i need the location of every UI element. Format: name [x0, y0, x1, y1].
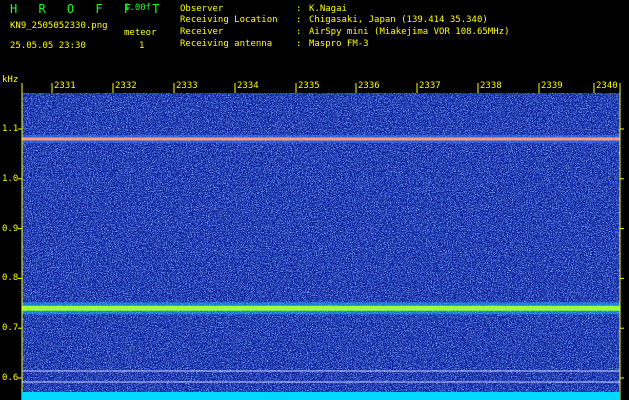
y-tick-label: 0.6 — [2, 373, 19, 383]
y-tick-label: 1.1 — [2, 124, 19, 134]
x-tick-label: 2340 — [596, 81, 618, 91]
x-tick-label: 2334 — [237, 81, 259, 91]
x-tick-label: 2337 — [419, 81, 441, 91]
baseline-noise-floor — [22, 392, 620, 400]
carrier-trace — [22, 137, 620, 141]
x-tick-label: 2331 — [54, 81, 76, 91]
x-tick-label: 2333 — [176, 81, 198, 91]
spectrogram — [18, 83, 624, 400]
echo-trace — [22, 305, 620, 311]
x-tick-label: 2338 — [480, 81, 502, 91]
x-tick-label: 2339 — [541, 81, 563, 91]
y-tick-label: 0.9 — [2, 223, 19, 234]
y-tick-label: 0.8 — [2, 273, 19, 284]
x-tick-label: 2335 — [298, 81, 320, 91]
x-tick-label: 2332 — [115, 81, 137, 91]
y-tick-label: 1.0 — [2, 173, 19, 184]
y-axis-unit: kHz — [2, 75, 19, 85]
x-tick-label: 2336 — [358, 81, 380, 91]
y-tick-label: 0.7 — [2, 323, 19, 334]
